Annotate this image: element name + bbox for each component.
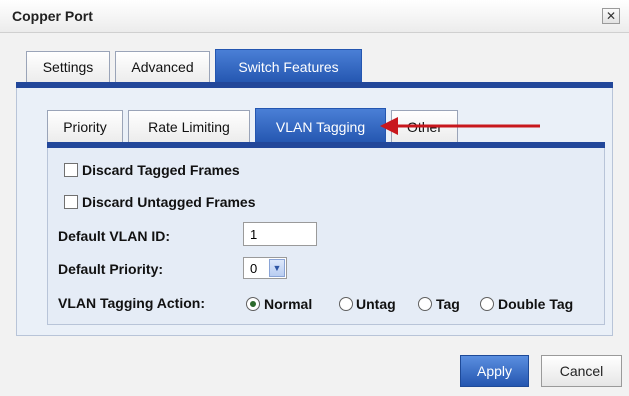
cancel-button-label: Cancel bbox=[559, 363, 604, 379]
cancel-button[interactable]: Cancel bbox=[541, 355, 622, 387]
radio-tag-label: Tag bbox=[436, 296, 460, 312]
tab-vlan-tagging-label: VLAN Tagging bbox=[275, 119, 366, 135]
radio-normal-label: Normal bbox=[264, 296, 313, 312]
annotation-arrow-icon bbox=[380, 117, 540, 135]
radio-untag-label: Untag bbox=[356, 296, 396, 312]
tab-priority-label: Priority bbox=[63, 119, 107, 135]
tab-settings[interactable]: Settings bbox=[26, 51, 110, 82]
radio-untag[interactable] bbox=[339, 297, 353, 311]
default-vlan-id-label: Default VLAN ID: bbox=[58, 228, 170, 244]
discard-untagged-label: Discard Untagged Frames bbox=[82, 194, 256, 210]
tab-switch-features[interactable]: Switch Features bbox=[215, 49, 362, 83]
apply-button-label: Apply bbox=[476, 363, 513, 379]
chevron-down-icon: ▼ bbox=[269, 259, 285, 277]
dialog-title: Copper Port bbox=[12, 8, 93, 24]
tab-switch-features-label: Switch Features bbox=[238, 59, 339, 75]
tab-vlan-tagging[interactable]: VLAN Tagging bbox=[255, 108, 386, 143]
discard-tagged-label: Discard Tagged Frames bbox=[82, 162, 240, 178]
discard-tagged-checkbox[interactable] bbox=[64, 163, 78, 177]
default-priority-select[interactable]: 0 ▼ bbox=[243, 257, 287, 279]
default-vlan-id-input[interactable] bbox=[243, 222, 317, 246]
close-button[interactable]: ✕ bbox=[602, 8, 620, 24]
default-priority-value: 0 bbox=[250, 261, 258, 276]
close-icon: ✕ bbox=[605, 9, 617, 23]
tab-priority[interactable]: Priority bbox=[47, 110, 123, 142]
radio-tag[interactable] bbox=[418, 297, 432, 311]
tab-advanced[interactable]: Advanced bbox=[115, 51, 210, 82]
apply-button[interactable]: Apply bbox=[460, 355, 529, 387]
vlan-tagging-action-label: VLAN Tagging Action: bbox=[58, 295, 205, 311]
title-bar: Copper Port ✕ bbox=[0, 0, 629, 33]
radio-double-tag-label: Double Tag bbox=[498, 296, 574, 312]
tab-rate-limiting[interactable]: Rate Limiting bbox=[128, 110, 250, 142]
copper-port-dialog: Copper Port ✕ Settings Advanced Switch F… bbox=[0, 0, 629, 396]
radio-double-tag[interactable] bbox=[480, 297, 494, 311]
radio-normal[interactable] bbox=[246, 297, 260, 311]
tab-settings-label: Settings bbox=[42, 59, 94, 75]
default-priority-label: Default Priority: bbox=[58, 261, 164, 277]
tab-advanced-label: Advanced bbox=[131, 59, 194, 75]
discard-untagged-checkbox[interactable] bbox=[64, 195, 78, 209]
tab-rate-limiting-label: Rate Limiting bbox=[148, 119, 230, 135]
